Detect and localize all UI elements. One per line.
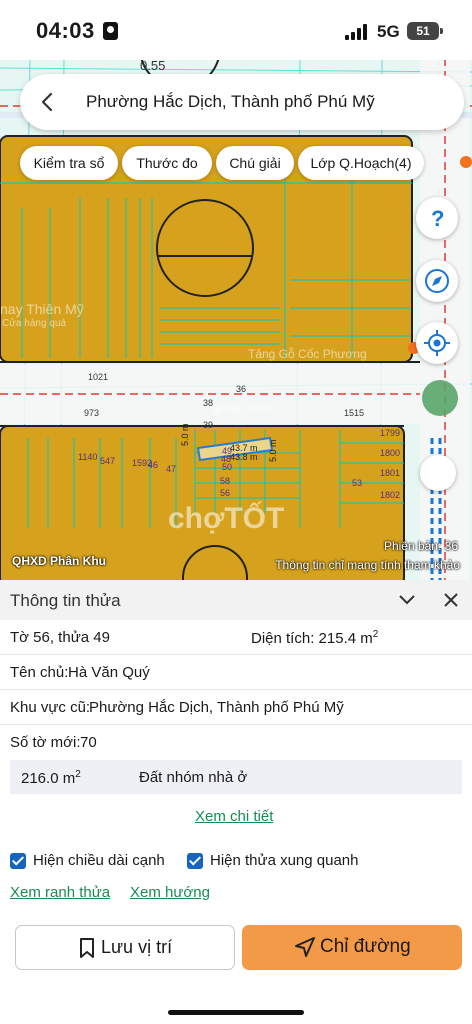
- svg-text:46: 46: [148, 460, 158, 470]
- chip-planning-layers[interactable]: Lớp Q.Hoạch(4): [298, 146, 424, 180]
- area-label: Diện tích:: [251, 630, 315, 647]
- svg-text:5.0 m: 5.0 m: [180, 423, 190, 446]
- svg-text:43.8 m: 43.8 m: [230, 452, 258, 462]
- crosshair-icon: [424, 330, 450, 356]
- location-title: Phường Hắc Dịch, Thành phố Phú Mỹ: [86, 92, 375, 111]
- parcel-info-panel: Thông tin thửa Tờ 56, thửa 49 Diện tích:…: [0, 580, 472, 1024]
- owner-label: Tên chủ:: [10, 664, 69, 681]
- view-boundary-link[interactable]: Xem ranh thửa: [10, 884, 110, 901]
- svg-text:?: ?: [431, 206, 444, 231]
- svg-text:56: 56: [220, 488, 230, 498]
- area-value: 215.4 m: [318, 630, 373, 647]
- zone-type: Đất nhóm nhà ở: [139, 769, 248, 786]
- signal-icon: [345, 24, 369, 40]
- svg-text:47: 47: [166, 464, 176, 474]
- checkbox-checked-icon[interactable]: [187, 853, 203, 869]
- panel-title: Thông tin thửa: [10, 591, 121, 610]
- svg-text:973: 973: [84, 408, 99, 418]
- map-view[interactable]: 1021 973 1515 36 38 39 1140 547 1592 46 …: [0, 58, 472, 580]
- svg-text:58: 58: [220, 476, 230, 486]
- svg-text:1801: 1801: [380, 468, 400, 478]
- status-time: 04:03: [36, 18, 95, 43]
- compass-icon: [425, 269, 449, 293]
- save-location-label: Lưu vị trí: [101, 937, 173, 957]
- panel-header: Thông tin thửa: [0, 580, 472, 620]
- svg-text:1802: 1802: [380, 490, 400, 500]
- svg-text:39: 39: [203, 420, 213, 430]
- map-version: Phiên bản: 36: [383, 539, 458, 553]
- checkbox-checked-icon[interactable]: [10, 853, 26, 869]
- svg-text:nay Thiên Mỹ: nay Thiên Mỹ: [0, 301, 84, 317]
- show-neighbors-label: Hiện thửa xung quanh: [210, 852, 359, 869]
- locate-button[interactable]: [416, 322, 458, 364]
- help-button[interactable]: ?: [416, 197, 458, 239]
- owner-name: Hà Văn Quý: [68, 664, 150, 681]
- parcel-sheet: Tờ 56, thửa 49: [10, 629, 110, 646]
- svg-text:547: 547: [100, 456, 115, 466]
- svg-text:ghviet.com: ghviet.com: [212, 401, 270, 415]
- directions-label: Chỉ đường: [320, 936, 411, 957]
- close-icon[interactable]: [443, 592, 459, 608]
- svg-text:1515: 1515: [344, 408, 364, 418]
- old-area-row: Khu vực cũ: Phường Hắc Dịch, Thành phố P…: [0, 690, 472, 725]
- svg-text:chợTỐT: chợTỐT: [168, 501, 284, 535]
- chip-legend[interactable]: Chú giải: [216, 146, 294, 180]
- battery-icon: 51: [407, 22, 443, 40]
- map-canvas: 1021 973 1515 36 38 39 1140 547 1592 46 …: [0, 58, 472, 580]
- app-screen: 04:03 5G 51 1021 973 1515 36 38 39 1140 …: [0, 0, 472, 1024]
- home-indicator: [168, 1010, 304, 1015]
- contact-badge-icon: [103, 22, 118, 40]
- show-edge-length-label: Hiện chiều dài cạnh: [33, 852, 165, 869]
- svg-text:1800: 1800: [380, 448, 400, 458]
- svg-text:50: 50: [222, 462, 232, 472]
- road-number-1021: 1021: [88, 372, 108, 382]
- svg-text:5.0 m: 5.0 m: [268, 439, 278, 462]
- status-bar: 04:03 5G 51: [0, 0, 472, 60]
- chip-check-book[interactable]: Kiểm tra sổ: [20, 146, 118, 180]
- map-toggle-button[interactable]: [420, 455, 456, 491]
- old-area-value: Phường Hắc Dịch, Thành phố Phú Mỹ: [89, 699, 344, 716]
- owner-row: Tên chủ: Hà Văn Quý: [0, 655, 472, 690]
- svg-text:36: 36: [236, 384, 246, 394]
- new-sheet-label: Số tờ mới:: [10, 734, 81, 751]
- view-direction-link[interactable]: Xem hướng: [130, 884, 210, 901]
- bookmark-icon: [80, 938, 94, 958]
- new-sheet-row: Số tờ mới: 70: [0, 725, 472, 760]
- send-arrow-icon: [295, 937, 315, 957]
- svg-text:1799: 1799: [380, 428, 400, 438]
- question-icon: ?: [431, 206, 444, 231]
- svg-text:Cửa hàng quà: Cửa hàng quà: [2, 317, 66, 329]
- zone-area: 216.0 m: [21, 770, 76, 787]
- network-type: 5G: [377, 22, 400, 41]
- planning-layer-label: QHXD Phân Khu: [12, 554, 107, 568]
- parcel-sheet-row: Tờ 56, thửa 49 Diện tích: 215.4 m2: [0, 620, 472, 655]
- chevron-down-icon[interactable]: [398, 592, 416, 606]
- zone-info-box: 216.0 m2 Đất nhóm nhà ở: [10, 760, 462, 794]
- save-location-button[interactable]: Lưu vị trí: [15, 925, 235, 970]
- location-header[interactable]: Phường Hắc Dịch, Thành phố Phú Mỹ: [20, 74, 464, 130]
- svg-text:Tảng Gỗ Cốc Phương: Tảng Gỗ Cốc Phương: [248, 346, 367, 361]
- svg-text:0.55: 0.55: [140, 58, 165, 73]
- chip-measure[interactable]: Thước đo: [122, 146, 212, 180]
- compass-button[interactable]: [416, 260, 458, 302]
- directions-button[interactable]: Chỉ đường: [242, 925, 462, 970]
- back-arrow-icon[interactable]: [38, 92, 58, 112]
- new-sheet-value: 70: [80, 734, 97, 751]
- svg-text:1140: 1140: [78, 452, 97, 462]
- view-details-link[interactable]: Xem chi tiết: [195, 808, 273, 825]
- old-area-label: Khu vực cũ:: [10, 699, 91, 716]
- svg-text:53: 53: [352, 478, 362, 488]
- map-disclaimer: Thông tin chỉ mang tính tham khảo: [275, 558, 460, 572]
